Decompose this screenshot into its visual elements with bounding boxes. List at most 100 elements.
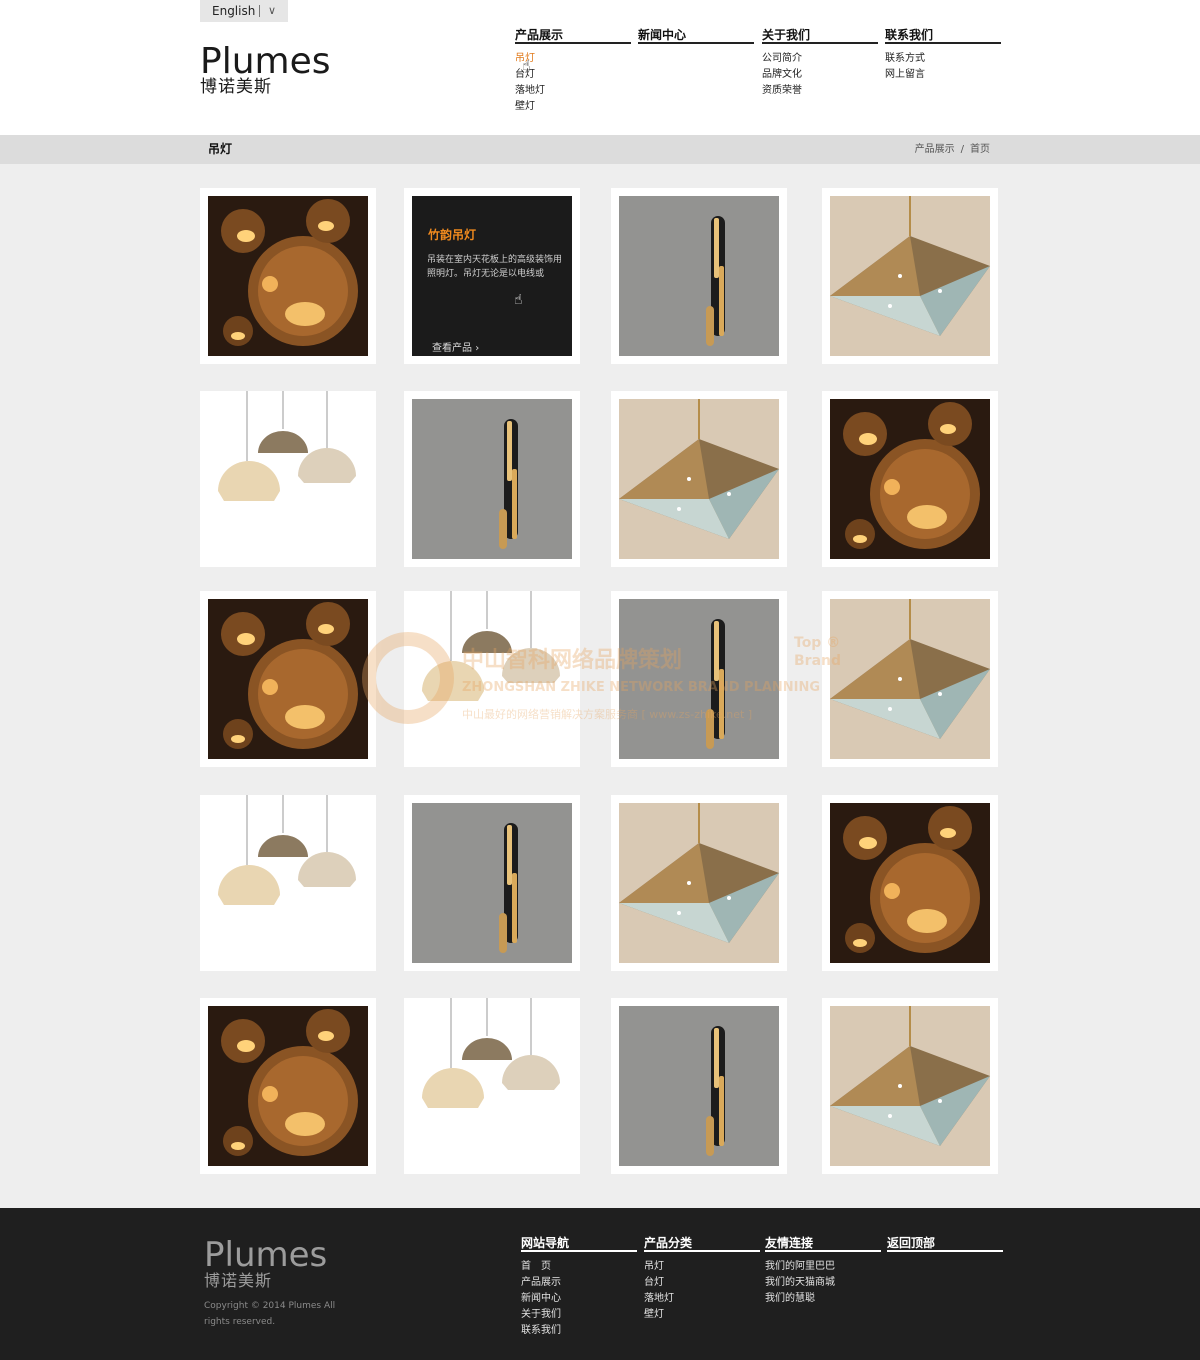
watermark: 中山智科网络品牌策划 ZHONGSHAN ZHIKE NETWORK BRAND…	[352, 628, 848, 728]
product-image-shades[interactable]	[200, 391, 376, 567]
copyright: Copyright © 2014 Plumes All rights reser…	[204, 1301, 336, 1327]
footer-title-links: 友情连接	[765, 1235, 881, 1252]
footer-col-links: 友情连接 我们的阿里巴巴 我们的天猫商城 我们的慧聪	[765, 1235, 881, 1307]
nav-item-honors[interactable]: 资质荣誉	[762, 83, 878, 99]
product-card[interactable]	[200, 795, 376, 971]
footer-col-back-to-top: 返回顶部	[887, 1235, 1003, 1252]
footer-link-alibaba[interactable]: 我们的阿里巴巴	[765, 1259, 881, 1275]
product-image-scraplight[interactable]	[208, 196, 368, 356]
footer-link-contact[interactable]: 联系我们	[521, 1323, 637, 1339]
breadcrumb-home[interactable]: 首页	[970, 144, 990, 155]
product-hover-description: 吊装在室内天花板上的高级装饰用照明灯。吊灯无论是以电线或	[427, 255, 563, 279]
site-header: English ∨ Plumes 博诺美斯 产品展示 吊灯 台灯 落地灯 壁灯 …	[0, 0, 1200, 135]
chevron-right-icon: ›	[475, 343, 480, 354]
footer-col-site-nav: 网站导航 首 页 产品展示 新闻中心 关于我们 联系我们	[521, 1235, 637, 1339]
nav-group-about: 关于我们 公司简介 品牌文化 资质荣誉	[762, 27, 878, 99]
product-image-tube[interactable]	[619, 1006, 779, 1166]
product-card[interactable]	[200, 391, 376, 567]
product-card[interactable]	[611, 795, 787, 971]
language-label: English	[212, 4, 256, 18]
product-image-tube[interactable]	[412, 803, 572, 963]
language-divider	[259, 5, 260, 17]
footer-link-hc360[interactable]: 我们的慧聪	[765, 1291, 881, 1307]
product-image-scraplight[interactable]	[208, 599, 368, 759]
product-card[interactable]	[822, 795, 998, 971]
nav-item-brand-culture[interactable]: 品牌文化	[762, 67, 878, 83]
product-card[interactable]	[822, 188, 998, 364]
product-image-shades[interactable]	[200, 795, 376, 971]
product-card[interactable]	[200, 998, 376, 1174]
nav-group-products: 产品展示 吊灯 台灯 落地灯 壁灯	[515, 27, 631, 115]
nav-item-company-intro[interactable]: 公司简介	[762, 51, 878, 67]
product-card[interactable]	[611, 998, 787, 1174]
nav-group-contact: 联系我们 联系方式 网上留言	[885, 27, 1001, 83]
page-title-bar: 吊灯 产品展示 / 首页	[0, 135, 1200, 164]
nav-group-news: 新闻中心	[638, 27, 754, 44]
chevron-down-icon[interactable]: ∨	[268, 0, 276, 22]
product-image-crystal[interactable]	[619, 803, 779, 963]
product-card[interactable]	[404, 391, 580, 567]
footer-link-news[interactable]: 新闻中心	[521, 1291, 637, 1307]
breadcrumb: 产品展示 / 首页	[912, 135, 993, 164]
product-image-scraplight[interactable]	[830, 399, 990, 559]
product-image-scraplight[interactable]	[208, 1006, 368, 1166]
product-image-scraplight[interactable]	[830, 803, 990, 963]
product-card[interactable]: 竹韵吊灯 吊装在室内天花板上的高级装饰用照明灯。吊灯无论是以电线或 查看产品 › ☝	[404, 188, 580, 364]
logo-text-en: Plumes	[200, 41, 331, 82]
watermark-badge: Top ® Brand	[794, 635, 842, 669]
footer-link-floor-lamp[interactable]: 落地灯	[644, 1291, 760, 1307]
breadcrumb-separator: /	[960, 144, 964, 155]
nav-title-about[interactable]: 关于我们	[762, 27, 878, 44]
product-card[interactable]	[404, 795, 580, 971]
product-image-crystal[interactable]	[830, 196, 990, 356]
nav-item-table-lamp[interactable]: 台灯	[515, 67, 631, 83]
back-to-top-link[interactable]: 返回顶部	[887, 1235, 1003, 1252]
watermark-subtitle: ZHONGSHAN ZHIKE NETWORK BRAND PLANNING	[462, 680, 821, 695]
breadcrumb-products[interactable]: 产品展示	[915, 144, 955, 155]
footer-link-tmall[interactable]: 我们的天猫商城	[765, 1275, 881, 1291]
footer-link-home[interactable]: 首 页	[521, 1259, 637, 1275]
view-product-link[interactable]: 查看产品 ›	[432, 339, 479, 354]
watermark-title: 中山智科网络品牌策划	[462, 648, 683, 673]
product-image-tube[interactable]	[619, 196, 779, 356]
nav-item-contact-info[interactable]: 联系方式	[885, 51, 1001, 67]
footer-link-wall-lamp[interactable]: 壁灯	[644, 1307, 760, 1323]
footer-col-categories: 产品分类 吊灯 台灯 落地灯 壁灯	[644, 1235, 760, 1323]
footer-link-products[interactable]: 产品展示	[521, 1275, 637, 1291]
product-card[interactable]	[200, 188, 376, 364]
product-image-crystal[interactable]	[830, 1006, 990, 1166]
site-logo[interactable]: Plumes 博诺美斯	[200, 44, 350, 104]
product-card[interactable]	[404, 998, 580, 1174]
nav-item-floor-lamp[interactable]: 落地灯	[515, 83, 631, 99]
product-card[interactable]	[822, 591, 998, 767]
language-switcher[interactable]: English ∨	[200, 0, 288, 22]
site-footer: Plumes 博诺美斯 Copyright © 2014 Plumes All …	[0, 1208, 1200, 1360]
footer-link-pendant[interactable]: 吊灯	[644, 1259, 760, 1275]
nav-item-message[interactable]: 网上留言	[885, 67, 1001, 83]
product-image-shades[interactable]	[404, 998, 580, 1174]
nav-title-products[interactable]: 产品展示	[515, 27, 631, 44]
nav-item-pendant[interactable]: 吊灯	[515, 51, 631, 67]
product-image-tube[interactable]	[412, 399, 572, 559]
nav-title-news[interactable]: 新闻中心	[638, 27, 754, 44]
product-card[interactable]	[200, 591, 376, 767]
view-product-label: 查看产品	[432, 343, 472, 354]
footer-link-about[interactable]: 关于我们	[521, 1307, 637, 1323]
nav-item-wall-lamp[interactable]: 壁灯	[515, 99, 631, 115]
nav-title-contact[interactable]: 联系我们	[885, 27, 1001, 44]
footer-link-table-lamp[interactable]: 台灯	[644, 1275, 760, 1291]
footer-logo-text-en: Plumes	[204, 1235, 328, 1275]
hand-cursor-icon: ☝	[514, 292, 523, 308]
product-card[interactable]	[611, 188, 787, 364]
product-card[interactable]	[611, 391, 787, 567]
product-card[interactable]	[822, 391, 998, 567]
footer-title-categories: 产品分类	[644, 1235, 760, 1252]
product-image-crystal[interactable]	[619, 399, 779, 559]
product-image-crystal[interactable]	[830, 599, 990, 759]
product-card[interactable]	[822, 998, 998, 1174]
watermark-tagline: 中山最好的网络营销解决方案服务商 [ www.zs-zhike.net ]	[462, 708, 753, 721]
footer-logo[interactable]: Plumes 博诺美斯	[204, 1238, 327, 1290]
hand-cursor-icon: ☝	[522, 58, 531, 74]
footer-title-site-nav: 网站导航	[521, 1235, 637, 1252]
product-hover-overlay[interactable]: 竹韵吊灯 吊装在室内天花板上的高级装饰用照明灯。吊灯无论是以电线或 查看产品 › ☝	[412, 196, 572, 356]
